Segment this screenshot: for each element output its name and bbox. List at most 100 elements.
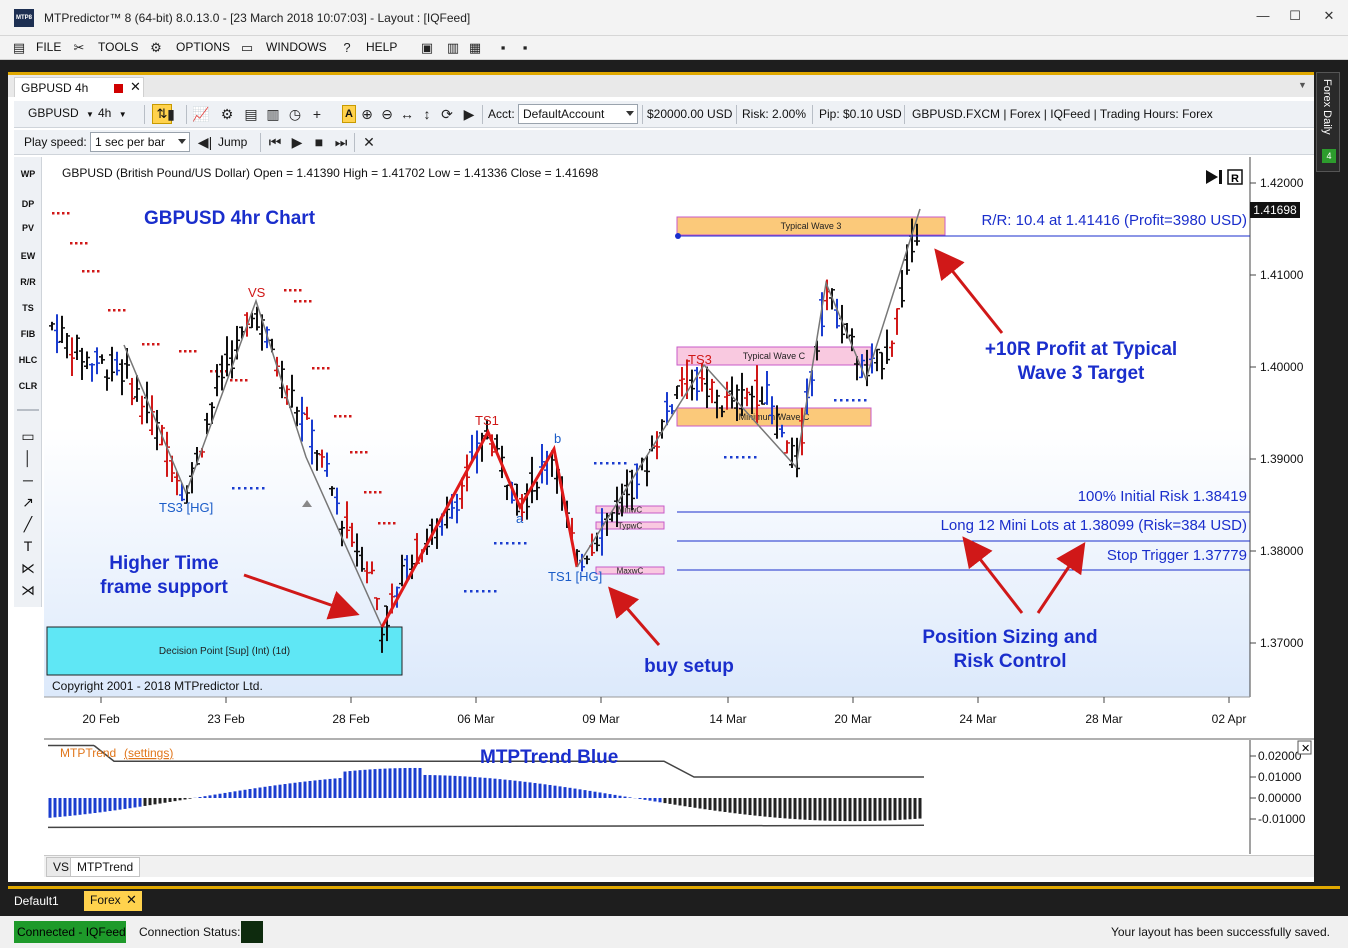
stop-icon[interactable]: ■ [310, 133, 328, 151]
annotation-position-1: Position Sizing and [922, 627, 1097, 648]
close-tab-icon[interactable]: ✕ [130, 79, 141, 95]
menu-file[interactable]: FILE [36, 40, 61, 54]
tool-ew[interactable]: EW [16, 251, 40, 261]
skip-forward-icon[interactable]: ⏭ [332, 133, 350, 151]
toolbar-divider [904, 105, 905, 124]
windows-icon[interactable]: ▭ [238, 39, 256, 57]
price-chart-svg[interactable]: Typical Wave 3Typical Wave CMinimum Wave… [44, 157, 1314, 735]
tool-hlc[interactable]: HLC [16, 355, 40, 365]
stop-dot [179, 350, 182, 353]
play-icon[interactable]: ▶ [288, 133, 306, 151]
help-icon[interactable]: ? [338, 39, 356, 57]
file-icon[interactable]: ▤ [10, 39, 28, 57]
menu-options[interactable]: OPTIONS [176, 40, 230, 54]
zigzag-tool-icon[interactable]: ⋊ [18, 581, 38, 599]
tool-fib[interactable]: FIB [16, 329, 40, 339]
layout-tab-forex[interactable]: Forex ✕ [84, 891, 142, 911]
play-speed-select[interactable]: 1 sec per bar [90, 132, 190, 152]
tool-ts[interactable]: TS [16, 303, 40, 313]
skip-back-icon[interactable]: ⏮ [266, 133, 284, 151]
stop-dot [594, 462, 597, 465]
close-window-button[interactable]: ✕ [1314, 6, 1344, 26]
close-layout-tab-icon[interactable]: ✕ [126, 892, 137, 908]
chat-icon[interactable]: ▣ [418, 39, 436, 57]
symbol-select[interactable]: GBPUSD ▼ [24, 104, 94, 124]
tool-rr[interactable]: R/R [16, 277, 40, 287]
save-icon[interactable]: ▪ [494, 39, 512, 57]
right-dock-label[interactable]: Forex Daily [1321, 79, 1333, 135]
toolbar-divider [186, 105, 187, 124]
account-select[interactable]: DefaultAccount [518, 104, 638, 124]
right-dock-panel[interactable]: Forex Daily 4 [1316, 72, 1340, 172]
zoom-in-icon[interactable]: ⊕ [358, 105, 376, 123]
stop-dot [75, 242, 78, 245]
stop-dot [152, 343, 155, 346]
zone-typical-wavec-label: Typical Wave C [743, 351, 806, 361]
price-chart[interactable]: Typical Wave 3 Typical Wave C Minimum Wave… [44, 157, 1314, 735]
toolbar-divider [354, 133, 355, 152]
grid-icon[interactable]: ▦ [466, 39, 484, 57]
play-icon[interactable]: ▶ [460, 105, 478, 123]
stop-dot [834, 399, 837, 402]
time-tick-label: 14 Mar [709, 712, 746, 726]
save-as-icon[interactable]: ▪ [516, 39, 534, 57]
pitchfork-icon[interactable]: ⋉ [18, 559, 38, 577]
vertical-line-icon[interactable]: │ [18, 449, 38, 467]
stop-dot [482, 590, 485, 593]
annotation-position-2: Risk Control [954, 651, 1067, 672]
text-tool-icon[interactable]: T [18, 537, 38, 555]
jump-icon[interactable]: ◀| [196, 133, 214, 151]
chart-ohlc-header: GBPUSD (British Pound/US Dollar) Open = … [62, 166, 599, 180]
line-chart-icon[interactable]: 📈 [192, 105, 210, 123]
gear-icon[interactable]: ⚙ [147, 39, 165, 57]
tool-clr[interactable]: CLR [16, 381, 40, 391]
bar-chart-icon[interactable]: ▥ [444, 39, 462, 57]
tool-pv[interactable]: PV [16, 223, 40, 233]
clock-icon[interactable]: ◷ [286, 105, 304, 123]
stop-dot [245, 379, 248, 382]
close-pane-icon[interactable]: ✕ [1301, 743, 1310, 755]
menu-tools[interactable]: TOOLS [98, 40, 138, 54]
trendline-icon[interactable]: ╱ [18, 515, 38, 533]
stop-dot [360, 451, 363, 454]
tool-dp[interactable]: DP [16, 199, 40, 209]
indicator-chart-svg[interactable]: 0.02000 0.01000 0.00000 -0.01000 MTPTrend (… [44, 738, 1314, 854]
pan-vertical-icon[interactable]: ↕ [418, 105, 436, 123]
zoom-out-icon[interactable]: ⊖ [378, 105, 396, 123]
chevron-down-icon: ▼ [118, 110, 127, 119]
stop-dot [506, 542, 509, 545]
pan-horizontal-icon[interactable]: ↔ [398, 105, 416, 123]
annotation-profit-2: Wave 3 Target [1018, 363, 1145, 384]
menu-windows[interactable]: WINDOWS [266, 40, 327, 54]
menu-help[interactable]: HELP [366, 40, 397, 54]
maximize-button[interactable]: ☐ [1280, 6, 1310, 26]
tools-icon[interactable]: ✂ [70, 39, 88, 57]
arrow-tool-icon[interactable]: ↗ [18, 493, 38, 511]
stop-dot [512, 542, 515, 545]
risk-value[interactable]: Risk: 2.00% [742, 107, 806, 121]
rectangle-tool-icon[interactable]: ▭ [18, 427, 38, 445]
auto-scale-button[interactable]: A [342, 105, 356, 123]
crosshair-icon[interactable]: + [308, 105, 326, 123]
minimize-button[interactable]: — [1248, 6, 1278, 26]
candle-icon[interactable]: ▮ [162, 105, 180, 123]
stop-dot [189, 350, 192, 353]
jump-button[interactable]: Jump [218, 135, 247, 149]
print-icon[interactable]: ▤ [242, 105, 260, 123]
stop-dot [113, 309, 116, 312]
timeframe-select[interactable]: 4h ▼ [94, 104, 134, 124]
refresh-icon[interactable]: ⟳ [438, 105, 456, 123]
settings-icon[interactable]: ⚙ [218, 105, 236, 123]
horizontal-line-icon[interactable]: ─ [18, 471, 38, 489]
tool-wp[interactable]: WP [16, 169, 40, 179]
document-tab[interactable]: GBPUSD 4h ✕ [14, 77, 144, 97]
stop-dot [262, 487, 265, 490]
layout-tab-default[interactable]: Default1 [14, 894, 59, 908]
indicator-settings-link[interactable]: (settings) [124, 746, 173, 760]
play-forward-icon[interactable] [1219, 170, 1222, 184]
close-playback-icon[interactable]: ✕ [360, 133, 378, 151]
stop-dot [142, 343, 145, 346]
tab-dropdown-icon[interactable]: ▼ [1298, 80, 1307, 90]
export-icon[interactable]: ▥ [264, 105, 282, 123]
pane-tab-mtptrend[interactable]: MTPTrend [70, 857, 141, 877]
